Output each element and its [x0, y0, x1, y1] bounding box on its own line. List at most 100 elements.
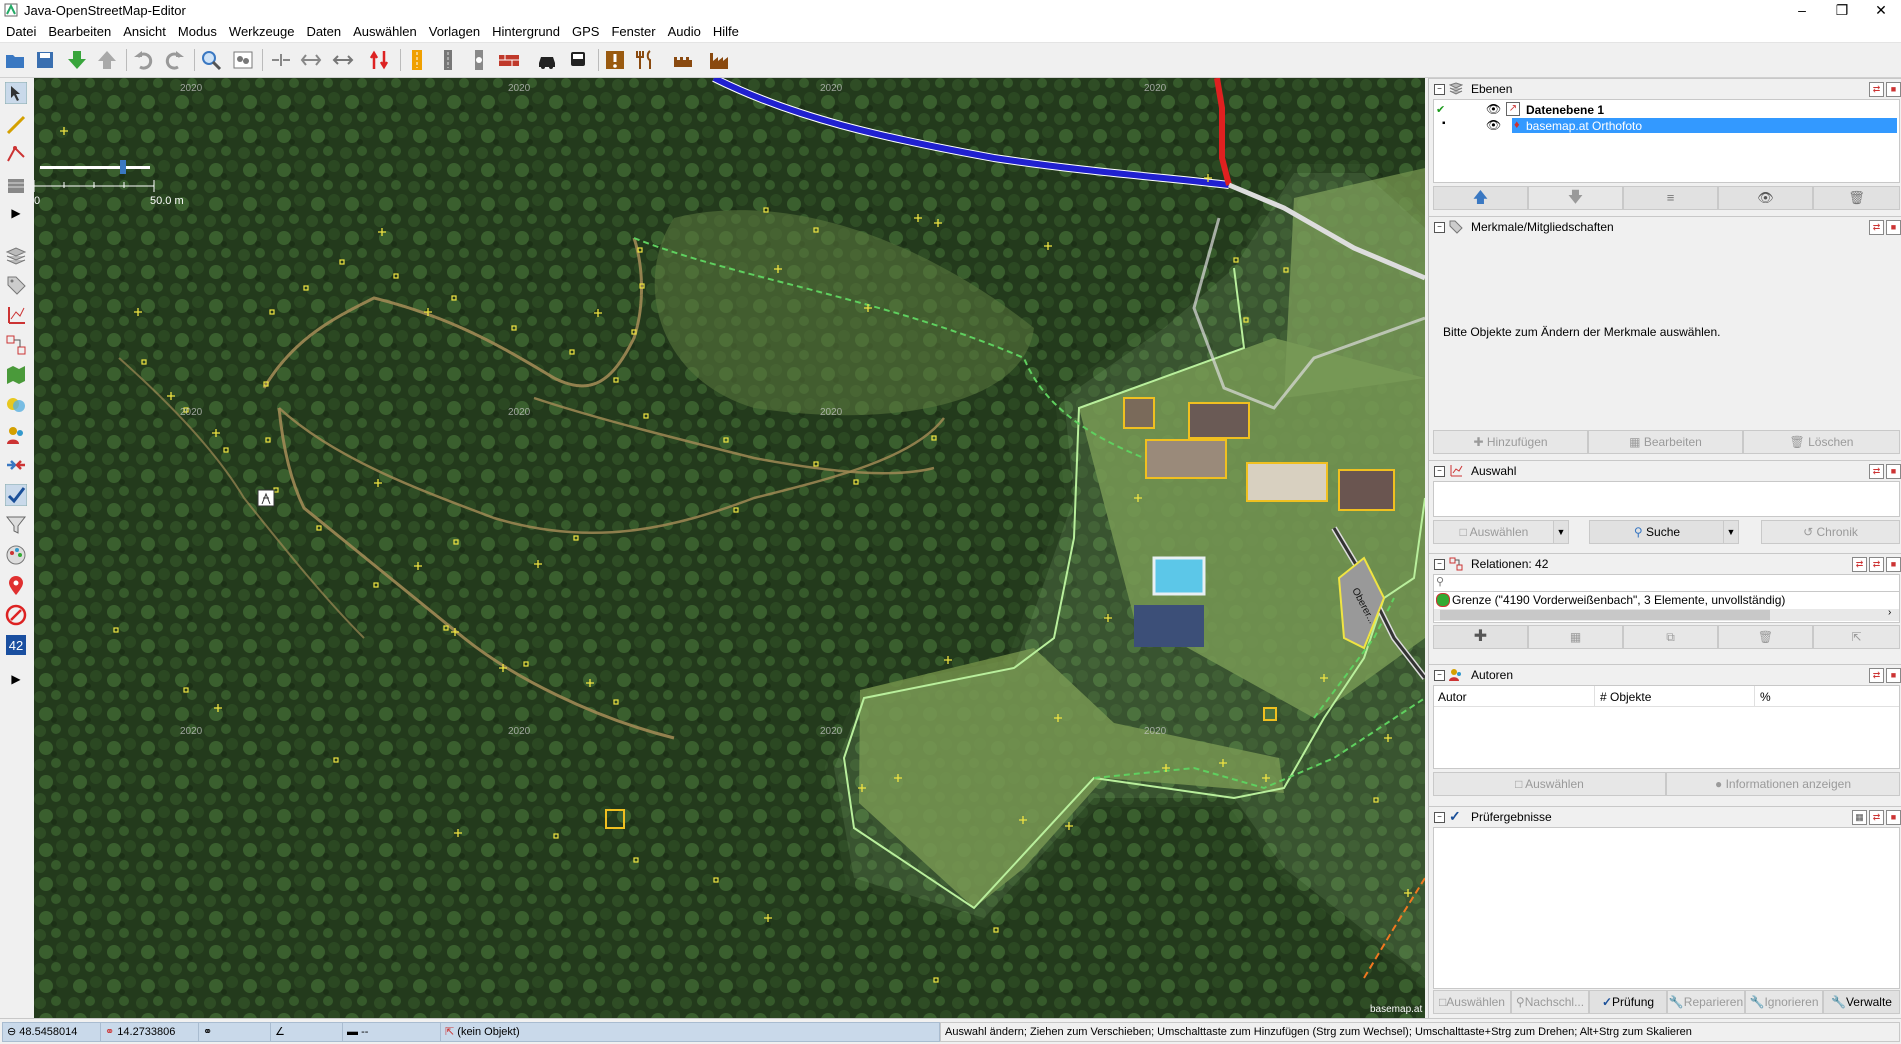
preset-castle-icon[interactable] — [672, 49, 694, 71]
layers-dialog-header[interactable]: − Ebenen ⇄ ■ — [1429, 78, 1901, 99]
collapse-toggle-icon[interactable]: − — [1434, 559, 1445, 570]
preset-path-icon[interactable] — [468, 49, 490, 71]
filter-icon[interactable] — [5, 514, 27, 536]
search-button[interactable]: ⚲ Suche — [1589, 520, 1725, 544]
ignore-button[interactable]: 🔧Ignorieren — [1745, 990, 1823, 1014]
duplicate-relation-icon[interactable]: ⧉ — [1623, 625, 1718, 649]
expand-arrow-icon[interactable]: ▶ — [5, 206, 27, 228]
fix-button[interactable]: 🔧Reparieren — [1667, 990, 1745, 1014]
scroll-right-icon[interactable]: › — [1888, 607, 1891, 618]
menu-daten[interactable]: Daten — [300, 22, 347, 39]
edit-relation-icon[interactable]: ▦ — [1528, 625, 1623, 649]
show-info-button[interactable]: ● Informationen anzeigen — [1666, 772, 1900, 796]
minimize-icon[interactable]: – — [1782, 0, 1822, 22]
menu-gps[interactable]: GPS — [566, 22, 605, 39]
map-canvas[interactable]: 0 50.0 m 2020 2020 2020 2020 2020 2020 2… — [34, 78, 1425, 1018]
conflict-icon[interactable] — [5, 454, 27, 476]
minimize-panel-icon[interactable]: ■ — [1886, 464, 1901, 479]
map-paint-icon[interactable] — [5, 364, 27, 386]
layers-dialog-icon[interactable] — [5, 246, 27, 268]
validator-icon[interactable] — [5, 484, 27, 506]
preset-track-icon[interactable] — [437, 49, 459, 71]
minimize-panel-icon[interactable]: ■ — [1886, 557, 1901, 572]
parallel-way-icon[interactable] — [5, 174, 27, 196]
redo-icon[interactable] — [164, 49, 186, 71]
column-header[interactable]: % — [1760, 690, 1771, 704]
menu-datei[interactable]: Datei — [0, 22, 42, 39]
move-down-icon[interactable]: 🡇 — [1528, 186, 1623, 210]
detach-icon[interactable]: ⇄ — [1869, 464, 1884, 479]
upload-icon[interactable] — [96, 49, 118, 71]
collapse-toggle-icon[interactable]: − — [1434, 812, 1445, 823]
draw-mode-icon[interactable] — [5, 114, 27, 136]
tags-dialog-icon[interactable] — [5, 274, 27, 296]
minimize-panel-icon[interactable]: ■ — [1886, 82, 1901, 97]
delete-tag-button[interactable]: 🗑 Löschen — [1743, 430, 1900, 454]
select-mode-icon[interactable] — [5, 82, 27, 104]
collapse-toggle-icon[interactable]: − — [1434, 84, 1445, 95]
collapse-toggle-icon[interactable]: − — [1434, 670, 1445, 681]
activate-layer-icon[interactable]: ≡ — [1623, 186, 1718, 210]
help-42-icon[interactable]: 42 — [5, 634, 27, 656]
menu-auswaehlen[interactable]: Auswählen — [347, 22, 423, 39]
delete-relation-icon[interactable]: 🗑 — [1718, 625, 1813, 649]
menu-modus[interactable]: Modus — [172, 22, 223, 39]
validator-dialog-header[interactable]: − ✓ Prüfergebnisse ▦ ⇄ ■ — [1429, 806, 1901, 827]
align-icon[interactable] — [332, 49, 354, 71]
detach-icon[interactable]: ⇄ — [1869, 220, 1884, 235]
selection-dialog-icon[interactable] — [5, 304, 27, 326]
delete-layer-icon[interactable]: 🗑 — [1813, 186, 1900, 210]
authors-icon[interactable] — [5, 424, 27, 446]
menu-vorlagen[interactable]: Vorlagen — [423, 22, 486, 39]
zoom-icon[interactable] — [200, 49, 222, 71]
split-way-icon[interactable] — [270, 49, 292, 71]
horizontal-scrollbar[interactable]: › — [1434, 607, 1899, 621]
relation-filter-input[interactable]: ⚲ — [1433, 574, 1900, 592]
select-relation-members-icon[interactable]: ⇱ — [1813, 625, 1900, 649]
close-icon[interactable]: ✕ — [1861, 0, 1901, 22]
preset-bus-icon[interactable] — [567, 49, 589, 71]
menu-hintergrund[interactable]: Hintergrund — [486, 22, 566, 39]
menu-fenster[interactable]: Fenster — [605, 22, 661, 39]
save-icon[interactable] — [34, 49, 56, 71]
reverse-way-icon[interactable] — [368, 49, 390, 71]
selection-list[interactable] — [1433, 481, 1900, 517]
map-style-icon[interactable] — [5, 544, 27, 566]
manage-ignored-button[interactable]: 🔧Verwalte — [1823, 990, 1900, 1014]
menu-audio[interactable]: Audio — [662, 22, 707, 39]
menu-hilfe[interactable]: Hilfe — [707, 22, 745, 39]
preset-highway-icon[interactable] — [406, 49, 428, 71]
detach-icon[interactable]: ⇄ — [1869, 557, 1884, 572]
undo-icon[interactable] — [132, 49, 154, 71]
column-header[interactable]: # Objekte — [1600, 690, 1651, 704]
visibility-eye-icon[interactable]: 👁 — [1486, 118, 1501, 132]
detach-icon[interactable]: ⇄ — [1869, 668, 1884, 683]
history-button[interactable]: ↺ Chronik — [1761, 520, 1900, 544]
collapse-toggle-icon[interactable]: − — [1434, 466, 1445, 477]
combine-way-icon[interactable] — [300, 49, 322, 71]
detach-icon[interactable]: ⇄ — [1869, 810, 1884, 825]
select-dropdown-icon[interactable]: ▼ — [1553, 520, 1569, 544]
add-relation-icon[interactable]: ✚ — [1433, 625, 1528, 649]
move-up-icon[interactable]: 🡅 — [1433, 186, 1528, 210]
scrollbar-thumb[interactable] — [1440, 610, 1770, 620]
tags-dialog-header[interactable]: − Merkmale/Mitgliedschaften ⇄ ■ — [1429, 216, 1901, 237]
authors-dialog-header[interactable]: − Autoren ⇄ ■ — [1429, 664, 1901, 685]
collapse-toggle-icon[interactable]: − — [1434, 222, 1445, 233]
validator-select-button[interactable]: □Auswählen — [1433, 990, 1511, 1014]
preferences-icon[interactable] — [232, 49, 254, 71]
preset-industrial-icon[interactable] — [708, 49, 730, 71]
layer-row[interactable]: ✔ 👁 ↗ Datenebene 1 — [1434, 102, 1899, 117]
add-tag-button[interactable]: ✚ Hinzufügen — [1433, 430, 1588, 454]
menu-bearbeiten[interactable]: Bearbeiten — [42, 22, 117, 39]
relations-dialog-header[interactable]: − Relationen: 42 ⇄ ⇄ ■ — [1429, 553, 1901, 574]
preset-restaurant-icon[interactable] — [634, 49, 656, 71]
map-view[interactable]: 0 50.0 m 2020 2020 2020 2020 2020 2020 2… — [34, 78, 1425, 1018]
validator-results-list[interactable] — [1433, 827, 1900, 989]
filter-toggle-icon[interactable]: ⇄ — [1852, 557, 1867, 572]
changeset-icon[interactable] — [5, 394, 27, 416]
visibility-eye-icon[interactable]: 👁 — [1486, 102, 1501, 116]
notes-icon[interactable] — [5, 574, 27, 596]
preset-car-icon[interactable] — [536, 49, 558, 71]
preset-wall-icon[interactable] — [498, 49, 520, 71]
